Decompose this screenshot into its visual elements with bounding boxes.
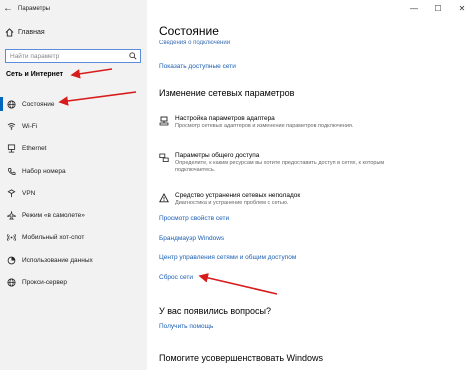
setting-title: Настройка параметров адаптера [175, 115, 275, 122]
sidebar-item-label: Прокси-сервер [22, 279, 67, 287]
sidebar-item-label: VPN [22, 189, 36, 197]
sidebar-item-label: Мобильный хот-спот [22, 234, 85, 242]
sidebar-item-vpn[interactable]: VPN [0, 182, 147, 204]
window-controls: — ☐ ✕ [402, 0, 474, 17]
section-change-title: Изменение сетевых параметров [159, 88, 295, 98]
sidebar-item-label: Набор номера [22, 167, 66, 175]
search-icon[interactable] [126, 52, 140, 60]
sidebar-item-data-usage[interactable]: Использование данных [0, 249, 147, 271]
troubleshooter-settings[interactable]: Средство устранения сетевых неполадок Ди… [159, 192, 300, 207]
sidebar-item-status[interactable]: Состояние [0, 93, 147, 115]
firewall-link[interactable]: Брандмауэр Windows [159, 235, 224, 242]
improve-title: Помогите усовершенствовать Windows [159, 353, 324, 363]
main-content: — ☐ ✕ Состояние Сведения о подключении П… [147, 0, 474, 370]
questions-title: У вас появились вопросы? [159, 306, 271, 316]
data-usage-icon [0, 256, 22, 265]
section-title: Сеть и Интернет [6, 71, 64, 78]
close-button[interactable]: ✕ [450, 0, 474, 17]
adapter-settings[interactable]: Настройка параметров адаптера Просмотр с… [159, 115, 353, 130]
sidebar-item-ethernet[interactable]: Ethernet [0, 138, 147, 160]
phone-icon [0, 167, 22, 176]
network-properties-link[interactable]: Просмотр свойств сети [159, 215, 229, 222]
sidebar-item-proxy[interactable]: Прокси-сервер [0, 271, 147, 293]
setting-description: Диагностика и устранение проблем с сетью… [175, 200, 289, 206]
setting-description: Просмотр сетевых адаптеров и изменение п… [175, 123, 354, 129]
app-title: Параметры [18, 5, 50, 12]
sidebar-item-home[interactable]: Главная [0, 24, 147, 40]
airplane-icon [0, 211, 22, 220]
search-input[interactable]: Найти параметр [5, 49, 141, 63]
minimize-button[interactable]: — [402, 0, 426, 17]
sidebar-nav: Состояние Wi-Fi Ethernet Набор номера VP… [0, 93, 147, 294]
page-title: Состояние [159, 24, 219, 38]
sidebar-item-mobile-hotspot[interactable]: Мобильный хот-спот [0, 227, 147, 249]
setting-title: Средство устранения сетевых неполадок [175, 192, 301, 199]
setting-title: Параметры общего доступа [175, 152, 260, 159]
globe-icon [0, 100, 22, 109]
sidebar-item-label: Ethernet [22, 145, 47, 153]
globe-icon [0, 278, 22, 287]
adapter-icon [159, 115, 175, 130]
sidebar: ← Параметры Главная Найти параметр Сеть … [0, 0, 147, 370]
sidebar-item-label: Использование данных [22, 256, 93, 264]
sidebar-item-wifi[interactable]: Wi-Fi [0, 115, 147, 137]
maximize-button[interactable]: ☐ [426, 0, 450, 17]
setting-description: Определите, к каким ресурсам вы хотите п… [175, 160, 385, 173]
sidebar-item-dialup[interactable]: Набор номера [0, 160, 147, 182]
title-bar: ← Параметры [0, 0, 147, 17]
ethernet-icon [0, 144, 22, 153]
show-networks-link[interactable]: Показать доступные сети [159, 63, 236, 70]
back-arrow-icon[interactable]: ← [0, 3, 16, 14]
wifi-icon [0, 122, 22, 131]
vpn-icon [0, 189, 22, 198]
network-reset-link[interactable]: Сброс сети [159, 274, 193, 281]
warning-icon [159, 192, 175, 207]
hotspot-icon [0, 233, 22, 242]
sharing-settings[interactable]: Параметры общего доступа Определите, к к… [159, 152, 390, 174]
home-label: Главная [18, 28, 45, 36]
search-placeholder: Найти параметр [10, 52, 60, 60]
network-center-link[interactable]: Центр управления сетями и общим доступом [159, 254, 296, 261]
sidebar-item-label: Режим «в самолете» [22, 212, 85, 220]
sidebar-item-label: Wi-Fi [22, 122, 38, 130]
sidebar-item-airplane-mode[interactable]: Режим «в самолете» [0, 204, 147, 226]
sharing-icon [159, 152, 175, 174]
connection-properties-link[interactable]: Сведения о подключении [159, 40, 230, 45]
settings-window: ← Параметры Главная Найти параметр Сеть … [0, 0, 474, 370]
sidebar-item-label: Состояние [22, 100, 55, 108]
get-help-link[interactable]: Получить помощь [159, 323, 213, 330]
home-icon [0, 27, 18, 37]
